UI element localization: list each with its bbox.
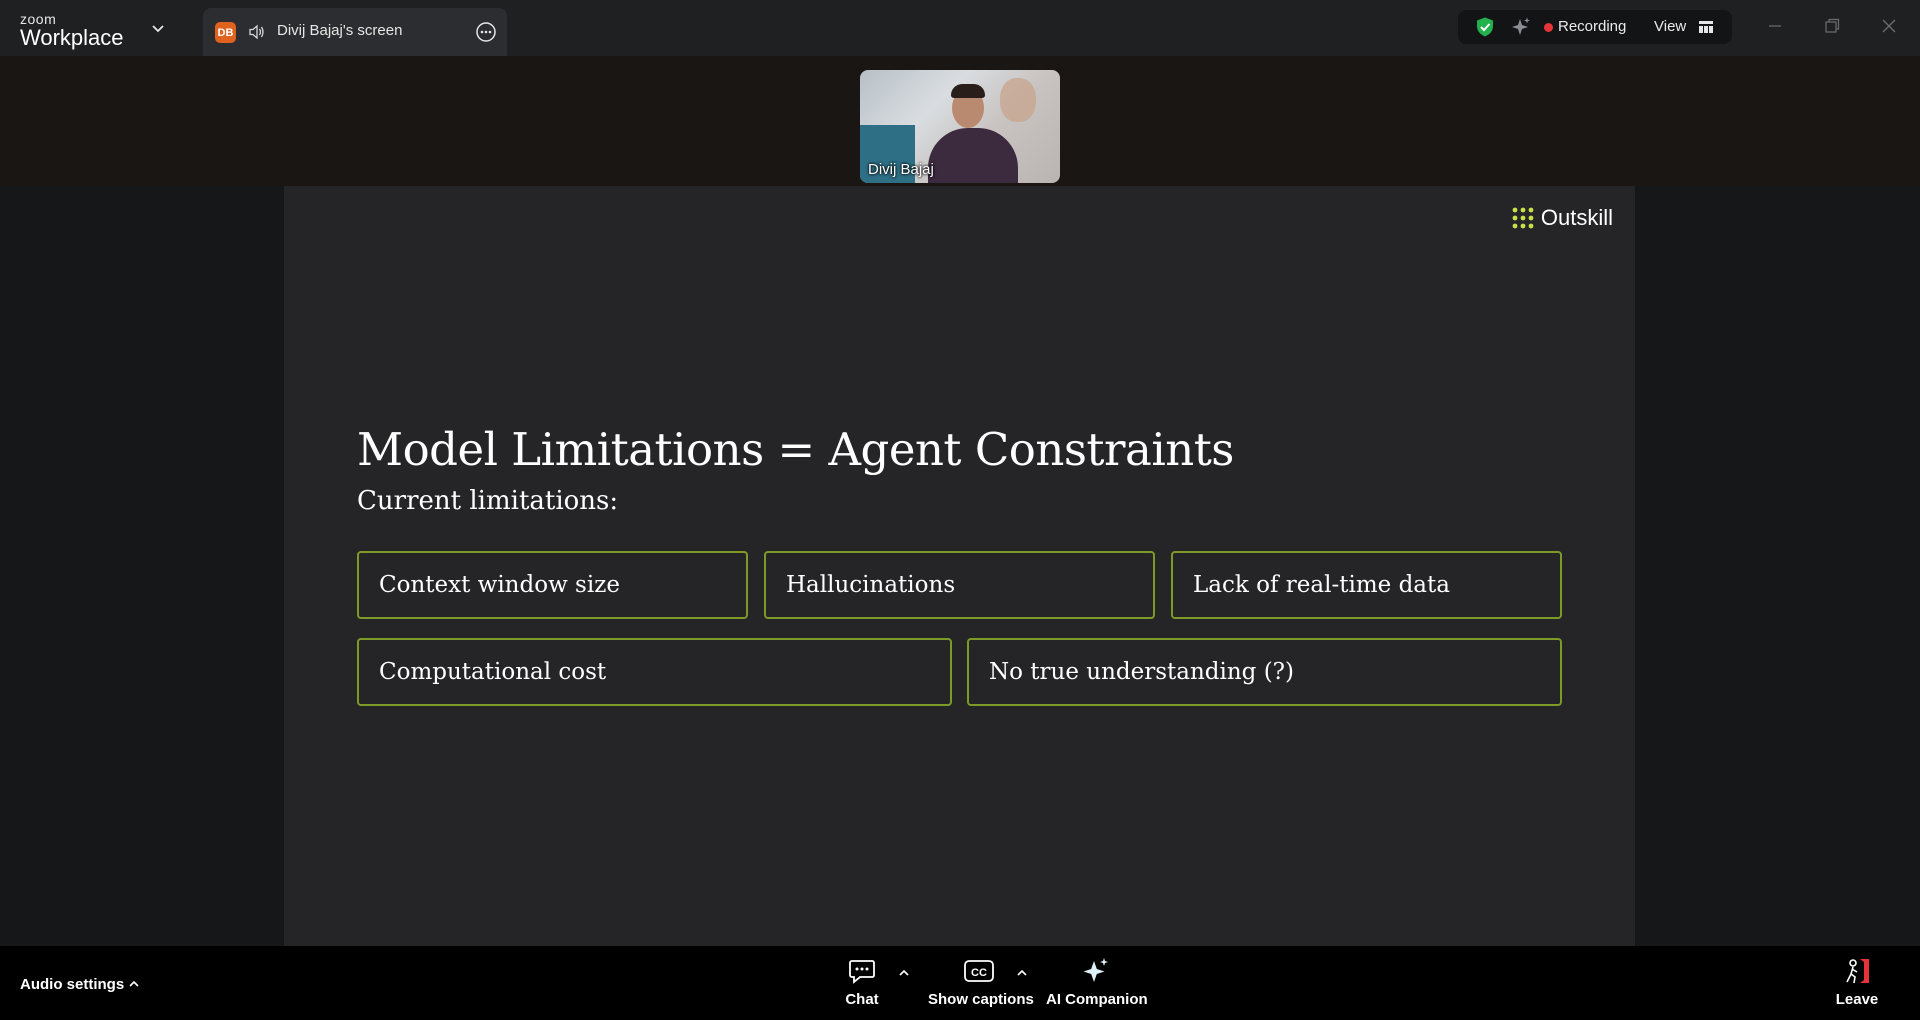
more-options-icon[interactable] [475, 21, 497, 43]
meeting-toolbar: Audio settings Chat CC Show captions AI … [0, 946, 1920, 1020]
svg-text:CC: CC [971, 967, 987, 979]
minimize-icon[interactable] [1763, 14, 1787, 38]
participant-hand [1000, 78, 1036, 122]
participant-body [928, 128, 1018, 183]
presentation-slide: Outskill Model Limitations = Agent Const… [284, 186, 1635, 946]
limitation-card: Lack of real-time data [1171, 551, 1562, 619]
meeting-status-bar: Recording View [1458, 10, 1732, 44]
logo-small-text: zoom [20, 11, 57, 27]
limitation-card: Context window size [357, 551, 748, 619]
chevron-up-icon[interactable] [128, 978, 140, 990]
logo-big-text: Workplace [20, 25, 124, 50]
leave-icon [1846, 959, 1869, 984]
slide-title: Model Limitations = Agent Constraints [357, 423, 1234, 476]
chat-button[interactable]: Chat [840, 956, 884, 1008]
participant-gallery: Divij Bajaj [0, 56, 1920, 186]
shared-screen-area: Outskill Model Limitations = Agent Const… [0, 186, 1920, 946]
closed-captions-icon: CC [964, 960, 994, 982]
participant-video[interactable]: Divij Bajaj [860, 70, 1060, 183]
outskill-brand: Outskill [1511, 205, 1613, 231]
speaker-icon [249, 24, 264, 40]
chevron-up-icon[interactable] [897, 966, 911, 980]
close-icon[interactable] [1877, 14, 1901, 38]
ai-companion-label: AI Companion [1046, 991, 1148, 1008]
title-bar: zoom Workplace DB Divij Bajaj's screen R… [0, 0, 1920, 56]
leave-label: Leave [1835, 991, 1879, 1008]
chevron-up-icon[interactable] [1015, 966, 1029, 980]
tab-shared-screen[interactable]: DB Divij Bajaj's screen [203, 8, 507, 56]
participant-hair [951, 84, 985, 98]
audio-settings-button[interactable]: Audio settings [20, 976, 124, 993]
chat-icon [849, 960, 875, 984]
ai-sparkle-icon[interactable] [1510, 16, 1532, 38]
view-button[interactable]: View [1654, 18, 1686, 35]
security-shield-icon[interactable] [1474, 16, 1496, 38]
recording-label[interactable]: Recording [1558, 18, 1626, 35]
dots-grid-icon [1512, 207, 1534, 229]
leave-button[interactable]: Leave [1832, 956, 1882, 1008]
grid-view-icon[interactable] [1698, 19, 1714, 35]
recording-dot-icon [1544, 23, 1553, 32]
zoom-workplace-logo: zoom Workplace [20, 12, 124, 49]
chevron-down-icon[interactable] [150, 20, 166, 36]
limitation-card: Computational cost [357, 638, 952, 706]
restore-icon[interactable] [1820, 14, 1844, 38]
brand-name: Outskill [1540, 205, 1613, 230]
limitation-card: Hallucinations [764, 551, 1155, 619]
tab-label: Divij Bajaj's screen [277, 22, 403, 39]
limitation-card: No true understanding (?) [967, 638, 1562, 706]
participant-name: Divij Bajaj [868, 161, 934, 178]
avatar: DB [215, 22, 236, 43]
captions-label: Show captions [928, 991, 1034, 1008]
ai-companion-icon [1083, 958, 1108, 982]
show-captions-button[interactable]: CC Show captions [928, 956, 1034, 1008]
chat-label: Chat [845, 991, 879, 1008]
slide-subtitle: Current limitations: [357, 486, 619, 516]
ai-companion-button[interactable]: AI Companion [1046, 956, 1148, 1008]
